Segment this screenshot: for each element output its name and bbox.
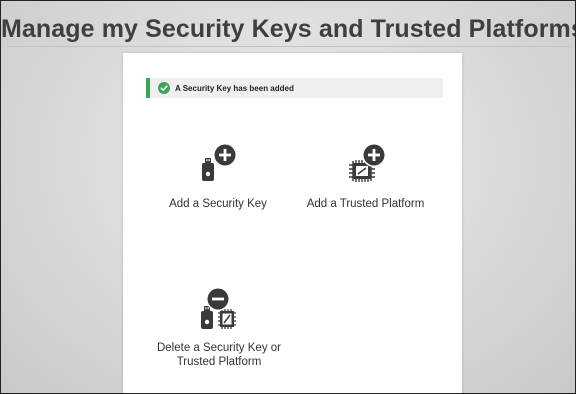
check-circle-icon: [158, 82, 170, 94]
add-trusted-platform-button[interactable]: Add a Trusted Platform: [298, 141, 433, 211]
content-panel: A Security Key has been added Add a Secu…: [123, 53, 462, 393]
screen-frame: Manage my Security Keys and Trusted Plat…: [0, 0, 576, 394]
delete-key-or-platform-label-line2: Trusted Platform: [176, 356, 262, 368]
add-security-key-button[interactable]: Add a Security Key: [158, 141, 278, 211]
notice-text: A Security Key has been added: [175, 83, 294, 93]
page-title: Manage my Security Keys and Trusted Plat…: [1, 15, 576, 43]
add-trusted-platform-label: Add a Trusted Platform: [306, 198, 425, 210]
delete-key-or-platform-label-line1: Delete a Security Key or: [156, 342, 281, 354]
usb-key-add-icon: [202, 143, 237, 181]
chip-add-icon: [348, 143, 386, 182]
key-chip-remove-icon: [201, 287, 236, 329]
add-security-key-label: Add a Security Key: [169, 198, 267, 210]
delete-key-or-platform-button[interactable]: Delete a Security Key or Trusted Platfor…: [145, 285, 293, 369]
title-divider: [7, 46, 571, 47]
success-notice: A Security Key has been added: [146, 78, 443, 98]
